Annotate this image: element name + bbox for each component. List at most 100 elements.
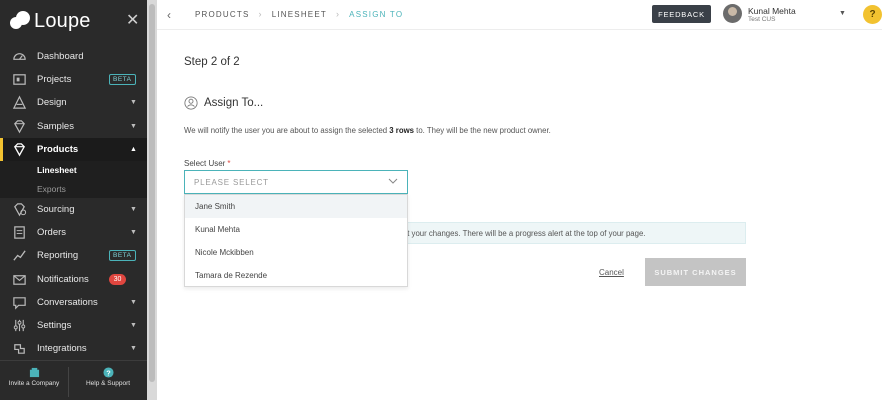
beta-badge: BETA [109, 74, 136, 86]
sidebar-item-reporting[interactable]: Reporting BETA [0, 244, 147, 267]
cancel-link[interactable]: Cancel [599, 268, 624, 277]
sidebar-item-conversations[interactable]: Conversations ▼ [0, 291, 147, 314]
notice-text-start: We will notify the user you are about to… [184, 126, 390, 135]
help-support-button[interactable]: ? Help & Support [74, 367, 142, 388]
step-indicator: Step 2 of 2 [184, 56, 240, 68]
building-icon [29, 367, 39, 378]
design-icon [12, 95, 27, 110]
sidebar-scrollbar[interactable] [147, 0, 157, 400]
chevron-down-icon: ▼ [130, 99, 137, 107]
sidebar-item-samples[interactable]: Samples ▼ [0, 115, 147, 138]
sidebar-footer: Invite a Company ? Help & Support [0, 360, 147, 400]
breadcrumb-assign-to: ASSIGN TO [349, 9, 404, 19]
orders-icon [14, 226, 25, 239]
feedback-button[interactable]: FEEDBACK [652, 5, 711, 23]
svg-text:?: ? [106, 368, 111, 377]
sidebar-item-products[interactable]: Products ▲ [0, 137, 147, 162]
chevron-right-icon: › [258, 9, 263, 19]
sidebar-item-label: Notifications [37, 273, 89, 285]
user-menu-caret-icon[interactable]: ▼ [839, 10, 846, 17]
sidebar-item-label: Orders [37, 227, 67, 239]
info-banner-text: mit your changes. There will be a progre… [399, 229, 646, 238]
help-support-label: Help & Support [85, 380, 131, 387]
settings-icon [13, 319, 26, 332]
sidebar: Loupe ✕ Dashboard Projects BETA Design ▼… [0, 0, 147, 400]
chevron-down-icon: ▼ [130, 321, 137, 329]
sidebar-item-orders[interactable]: Orders ▼ [0, 221, 147, 244]
sidebar-item-label: Dashboard [37, 51, 84, 63]
sidebar-item-label: Design [37, 97, 67, 109]
help-button[interactable]: ? [863, 5, 882, 24]
invite-company-label: Invite a Company [8, 380, 60, 387]
sidebar-item-label: Reporting [37, 250, 79, 262]
select-placeholder: PLEASE SELECT [194, 178, 269, 187]
help-icon: ? [102, 367, 114, 378]
sidebar-item-sourcing[interactable]: Sourcing ▼ [0, 198, 147, 221]
chevron-down-icon: ▼ [130, 122, 137, 130]
user-option[interactable]: Tamara de Rezende [185, 264, 407, 287]
sidebar-item-integrations[interactable]: Integrations ▼ [0, 337, 147, 360]
assign-user-icon [184, 96, 198, 110]
sidebar-item-notifications[interactable]: Notifications 30 [0, 268, 147, 291]
invite-company-button[interactable]: Invite a Company [0, 367, 68, 388]
chevron-down-icon: ▼ [130, 229, 137, 237]
breadcrumb-products[interactable]: PRODUCTS [195, 10, 250, 19]
chevron-down-icon: ▼ [130, 345, 137, 353]
user-organization: Test CUS [748, 16, 776, 23]
beta-badge: BETA [109, 250, 136, 262]
products-icon [13, 143, 26, 157]
dashboard-icon [13, 53, 26, 61]
sidebar-item-label: Settings [37, 319, 72, 331]
sidebar-item-projects[interactable]: Projects BETA [0, 68, 147, 91]
select-user-label-text: Select User [184, 159, 226, 168]
chevron-down-icon: ▼ [130, 298, 137, 306]
top-bar: ‹ PRODUCTS › LINESHEET › ASSIGN TO FEEDB… [157, 0, 882, 30]
sidebar-item-label: Projects [37, 74, 72, 86]
sidebar-item-design[interactable]: Design ▼ [0, 91, 147, 114]
sidebar-subitem-linesheet[interactable]: Linesheet [0, 160, 147, 180]
breadcrumb: PRODUCTS › LINESHEET › ASSIGN TO [195, 9, 403, 19]
sidebar-subitem-exports[interactable]: Exports [0, 179, 147, 198]
select-user-dropdown[interactable]: PLEASE SELECT [184, 170, 408, 194]
select-user-label: Select User * [184, 159, 230, 168]
loupe-logo-icon [10, 11, 30, 31]
chevron-down-icon: ▼ [130, 206, 137, 214]
loupe-logo[interactable]: Loupe [10, 10, 91, 32]
chevron-up-icon: ▲ [130, 145, 137, 153]
user-options-menu: Jane Smith Kunal Mehta Nicole Mckibben T… [184, 194, 408, 287]
sidebar-item-dashboard[interactable]: Dashboard [0, 45, 147, 68]
reporting-icon [13, 250, 26, 262]
sidebar-item-label: Integrations [37, 343, 87, 355]
sidebar-item-settings[interactable]: Settings ▼ [0, 314, 147, 337]
close-sidebar-icon[interactable]: ✕ [126, 13, 139, 29]
assign-heading: Assign To... [184, 96, 263, 110]
avatar[interactable] [723, 4, 742, 23]
sidebar-nav: Dashboard Projects BETA Design ▼ Samples… [0, 45, 147, 360]
sourcing-icon [14, 203, 27, 217]
brand-name: Loupe [34, 9, 91, 32]
page-title: Assign To... [204, 97, 264, 109]
scrollbar-thumb[interactable] [149, 4, 155, 382]
notifications-icon [13, 274, 26, 285]
notification-count-badge: 30 [109, 273, 126, 285]
samples-icon [14, 119, 25, 134]
sidebar-item-label: Conversations [37, 296, 98, 308]
notice-text-end: to. They will be the new product owner. [414, 126, 551, 135]
sidebar-item-label: Products [37, 143, 79, 155]
required-marker: * [227, 159, 231, 168]
footer-divider [68, 367, 69, 397]
integrations-icon [14, 344, 25, 354]
back-chevron-icon[interactable]: ‹ [167, 8, 171, 22]
breadcrumb-linesheet[interactable]: LINESHEET [272, 10, 327, 19]
chevron-down-icon [388, 178, 398, 184]
sidebar-item-label: Sourcing [37, 204, 75, 216]
user-name[interactable]: Kunal Mehta [748, 6, 796, 16]
user-option[interactable]: Jane Smith [185, 195, 407, 218]
chevron-right-icon: › [335, 9, 341, 19]
selected-rows-count: 3 rows [389, 126, 414, 135]
conversations-icon [13, 296, 26, 310]
user-option[interactable]: Nicole Mckibben [185, 241, 407, 264]
submit-changes-button[interactable]: SUBMIT CHANGES [645, 258, 746, 286]
projects-icon [13, 74, 26, 86]
user-option[interactable]: Kunal Mehta [185, 218, 407, 241]
